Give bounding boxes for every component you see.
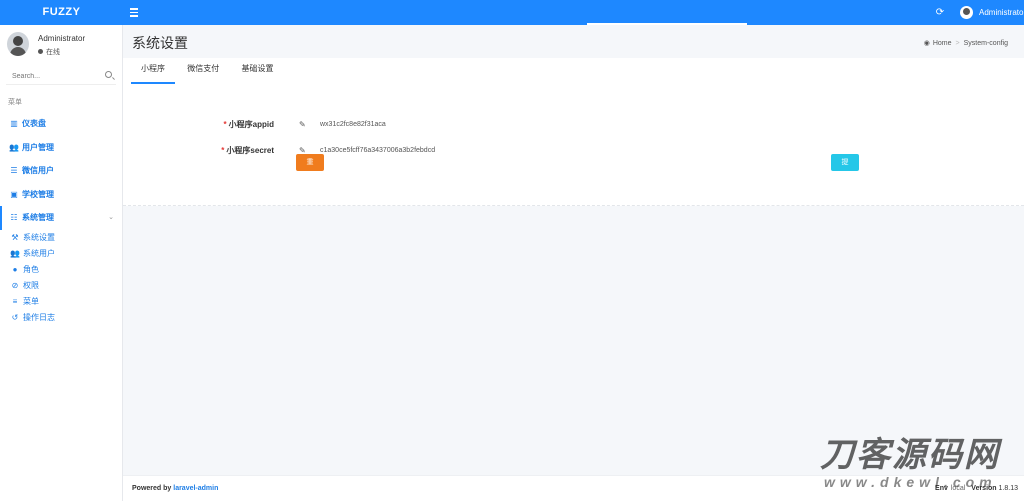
sidebar-item-users[interactable]: 👥 用户管理 <box>0 136 123 160</box>
pencil-icon: ✎ <box>299 120 306 129</box>
secret-field[interactable]: c1a30ce5fcff76a3437006a3b2febdcd <box>320 143 435 159</box>
search-icon[interactable] <box>105 71 112 78</box>
user-status: 在线 <box>38 47 60 57</box>
field-label: * 小程序appid <box>203 117 274 133</box>
users-icon: 👥 <box>9 142 19 152</box>
refresh-icon[interactable]: ⟳ <box>934 6 946 19</box>
search-input[interactable] <box>6 67 96 85</box>
users-icon: 👥 <box>10 248 20 258</box>
watermark-title: 刀客源码网 <box>820 435 1000 475</box>
chevron-down-icon: ⌄ <box>108 214 114 221</box>
watermark-url: www.dkewl.com <box>824 474 997 490</box>
sidebar-item-schools[interactable]: ▣ 学校管理 <box>0 183 123 207</box>
required-marker: * <box>223 120 227 129</box>
sidebar-subitem-label: 系统设置 <box>23 232 55 242</box>
powered-by: Powered by laravel-admin <box>132 485 218 492</box>
user-status-label: 在线 <box>46 49 60 56</box>
sidebar-subitem-roles[interactable]: ● 角色 <box>0 262 123 278</box>
list-icon: ☰ <box>10 166 18 175</box>
user-icon: ● <box>12 264 18 274</box>
sidebar-subitem-operation-log[interactable]: ↺ 操作日志 <box>0 310 123 326</box>
field-label-text: 小程序secret <box>226 146 274 155</box>
top-user-avatar[interactable] <box>960 6 973 19</box>
breadcrumb-current: System-config <box>963 40 1008 47</box>
tab-wechat-pay[interactable]: 微信支付 <box>177 58 229 84</box>
sidebar-subitem-permissions[interactable]: ⊘ 权限 <box>0 278 123 294</box>
sidebar-subitem-system-config[interactable]: ⚒ 系统设置 <box>0 230 123 246</box>
sidebar-item-wechat-users[interactable]: ☰ 微信用户 <box>0 159 123 183</box>
sidebar-item-system[interactable]: ☷ 系统管理 ⌄ <box>0 206 123 230</box>
sidebar-subitem-label: 菜单 <box>23 296 39 306</box>
sidebar-item-dashboard[interactable]: ▥ 仪表盘 <box>0 112 123 136</box>
ban-icon: ⊘ <box>11 280 19 290</box>
sidebar-subitem-menu[interactable]: ≡ 菜单 <box>0 294 123 310</box>
tasks-icon: ☷ <box>10 213 18 222</box>
sidebar-subitem-admin-users[interactable]: 👥 系统用户 <box>0 246 123 262</box>
sidebar-subitem-label: 系统用户 <box>23 248 55 258</box>
form-row-secret: * 小程序secret ✎ c1a30ce5fcff76a3437006a3b2f… <box>123 143 1024 159</box>
watermark: 刀客源码网 www.dkewl.com <box>820 436 1020 496</box>
sidebar-toggle-icon[interactable] <box>130 6 142 19</box>
breadcrumb: ◉ Home > System-config <box>924 39 1008 47</box>
submit-button[interactable]: 提交 <box>831 154 859 183</box>
sidebar-search <box>6 67 116 85</box>
settings-panel: 小程序 微信支付 基础设置 * 小程序appid ✎ wx31c2fc8e82f3… <box>123 58 1024 206</box>
breadcrumb-home[interactable]: Home <box>933 40 952 47</box>
status-dot-icon <box>38 49 43 54</box>
page-title: 系统设置 <box>132 35 188 51</box>
sidebar-item-label: 仪表盘 <box>22 119 46 128</box>
sidebar-item-label: 学校管理 <box>22 189 54 199</box>
menu-header: 菜单 <box>8 99 22 106</box>
sidebar-subitem-label: 角色 <box>23 264 39 274</box>
sidebar-item-label: 用户管理 <box>22 142 54 152</box>
wrench-icon: ⚒ <box>11 232 19 242</box>
required-marker: * <box>221 146 225 155</box>
form-row-appid: * 小程序appid ✎ wx31c2fc8e82f31aca <box>123 117 1024 133</box>
brand-logo[interactable]: FUZZY <box>0 0 123 25</box>
school-icon: ▣ <box>10 189 18 199</box>
appid-field[interactable]: wx31c2fc8e82f31aca <box>320 117 386 133</box>
top-navbar: FUZZY ⟳ Administrator <box>0 0 1024 25</box>
dashboard-icon: ◉ <box>923 40 930 47</box>
field-label: * 小程序secret <box>203 143 274 159</box>
powered-prefix: Powered by <box>132 485 172 492</box>
reset-button[interactable]: 重置 <box>296 154 324 183</box>
bars-icon: ≡ <box>12 296 18 306</box>
field-label-text: 小程序appid <box>228 120 274 129</box>
breadcrumb-separator: > <box>955 40 960 47</box>
top-user-name[interactable]: Administrator <box>979 0 1024 25</box>
sidebar-user-name: Administrator <box>38 34 86 43</box>
laravel-admin-link[interactable]: laravel-admin <box>173 485 218 492</box>
sidebar-item-label: 系统管理 <box>22 213 54 222</box>
main-content: 系统设置 ◉ Home > System-config 小程序 微信支付 基础设置 *… <box>123 25 1024 501</box>
sidebar-subitem-label: 权限 <box>23 280 39 290</box>
user-panel: Administrator 在线 <box>7 32 117 60</box>
bar-chart-icon: ▥ <box>10 119 18 128</box>
history-icon: ↺ <box>11 312 19 322</box>
sidebar-item-label: 微信用户 <box>22 166 54 175</box>
tab-miniprogram[interactable]: 小程序 <box>131 58 175 84</box>
sidebar: Administrator 在线 菜单 ▥仪表盘 👥用户管理 ☰微信用户 ▣学校… <box>0 25 123 501</box>
avatar <box>7 32 29 56</box>
tab-basic-settings[interactable]: 基础设置 <box>231 58 283 84</box>
sidebar-subitem-label: 操作日志 <box>23 312 55 322</box>
tab-bar: 小程序 微信支付 基础设置 <box>131 58 283 84</box>
sidebar-menu: ▥ 仪表盘 👥 用户管理 ☰ 微信用户 ▣ 学校管理 ☷ 系统管理 ⌄ ⚒ 系统设置 👥 系统用… <box>0 112 123 326</box>
